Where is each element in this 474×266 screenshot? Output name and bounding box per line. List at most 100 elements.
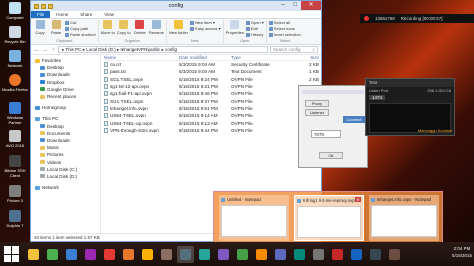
taskbar-app-button[interactable] xyxy=(253,246,270,263)
edit-button[interactable]: Edit xyxy=(245,26,264,31)
clock[interactable]: 2:04 PM 5/15/2015 xyxy=(452,245,472,259)
taskbar-app-button[interactable] xyxy=(291,246,308,263)
connect-button[interactable]: Connect xyxy=(343,116,365,123)
search-input[interactable]: Search config ⌕ xyxy=(270,46,318,53)
port-field[interactable]: 7070 xyxy=(311,130,341,138)
nav-item[interactable]: Dropbox xyxy=(31,79,100,86)
taskbar-app-button[interactable] xyxy=(234,246,251,263)
address-bar[interactable]: ▸ This PC ▸ Local Disk (D:) ▸ tehangetVP… xyxy=(58,46,268,53)
taskbar-app-button[interactable] xyxy=(139,246,156,263)
desktop-icon-picture[interactable]: Picture 3 xyxy=(2,185,28,203)
easy-access-button[interactable]: Easy access ▾ xyxy=(190,26,221,31)
column-modified[interactable]: Date modified xyxy=(179,55,231,60)
taskbar-app-button[interactable] xyxy=(82,246,99,263)
taskbar-app-button[interactable] xyxy=(367,246,384,263)
start-button[interactable] xyxy=(3,245,21,263)
nav-item[interactable]: Favorites xyxy=(31,57,100,64)
nav-item[interactable]: Network xyxy=(31,184,100,191)
desktop-icon-partner[interactable]: Windows Partner xyxy=(2,102,28,125)
nav-item[interactable]: This PC xyxy=(31,115,100,122)
new-folder-button[interactable]: New folder xyxy=(169,20,188,35)
file-row[interactable]: sg1-hall-F1-api.ovpn 5/15/2015 9:46 PM OVP… xyxy=(104,90,321,97)
preview-ovpn-active[interactable]: Kill log1 ll-2-me-reproxy.ovpn ✕ xyxy=(294,195,364,241)
taskbar-app-button[interactable] xyxy=(272,246,289,263)
nav-item[interactable]: Documents xyxy=(31,130,100,137)
nav-item[interactable]: Desktop xyxy=(31,64,100,71)
proxy-button[interactable]: Proxy xyxy=(305,100,329,107)
taskbar-app-button[interactable] xyxy=(329,246,346,263)
file-row[interactable]: SG1-TSEL.ovpn5/15/2015 9:37 PMOVPN File2… xyxy=(104,97,321,104)
taskbar-app-button[interactable] xyxy=(348,246,365,263)
new-item-button[interactable]: New item ▾ xyxy=(190,20,221,25)
file-row[interactable]: sg1-tsl-12-api.ovpn 5/15/2015 9:21 PM OVPN… xyxy=(104,83,321,90)
taskbar-app-button[interactable] xyxy=(120,246,137,263)
listen-port-value[interactable]: 1474 xyxy=(369,95,386,100)
forward-arrow-icon[interactable]: → xyxy=(42,47,48,53)
nav-item[interactable]: Downloads xyxy=(31,71,100,78)
desktop-icon-avg[interactable]: AVG 2015 xyxy=(2,130,28,148)
desktop-icon-recycle-bin[interactable]: Recycle Bin xyxy=(2,26,28,44)
taskbar-app-button[interactable] xyxy=(101,246,118,263)
nav-item[interactable]: Homegroup xyxy=(31,104,100,111)
taskbar-app-button[interactable] xyxy=(44,246,61,263)
maximize-button[interactable]: □ xyxy=(289,1,301,10)
invert-selection-button[interactable]: Invert selection xyxy=(268,32,301,37)
copy-button[interactable]: Copy xyxy=(33,20,47,35)
column-name[interactable]: Name xyxy=(104,55,179,60)
copy-to-button[interactable]: Copy to xyxy=(117,20,131,35)
taskbar-app-button[interactable] xyxy=(177,245,194,263)
tab-share[interactable]: Share xyxy=(74,11,98,18)
nav-item[interactable]: Downloads xyxy=(31,137,100,144)
minimize-button[interactable]: – xyxy=(277,1,289,10)
explorer-titlebar[interactable]: config – □ ✕ xyxy=(31,1,321,11)
taskbar-app-button[interactable] xyxy=(63,246,80,263)
desktop-icon-computer[interactable]: Computer xyxy=(2,2,28,20)
column-size[interactable]: Size xyxy=(289,55,319,60)
taskbar-app-button[interactable] xyxy=(196,246,213,263)
taskbar-app-button[interactable] xyxy=(215,246,232,263)
file-row[interactable]: US64-TSEL.ovpn 5/15/2015 9:14 AM OVPN File… xyxy=(104,112,321,119)
nav-item[interactable]: Google Drive xyxy=(31,86,100,93)
preview-tehanget-notepad[interactable]: tehanget.info.ovpn - Notepad xyxy=(369,195,439,241)
tab-file[interactable]: File xyxy=(31,11,51,18)
nav-item[interactable]: Pictures xyxy=(31,151,100,158)
desktop-icon-firefox[interactable]: Mozilla Firefox xyxy=(2,74,28,92)
column-type[interactable]: Type xyxy=(231,55,289,60)
preview-notepad-untitled[interactable]: Untitled - Notepad xyxy=(219,195,289,241)
taskbar-app-button[interactable] xyxy=(25,246,42,263)
file-row[interactable]: US64-TSEL-up.ovpn 5/15/2015 9:13 AM OVPN F… xyxy=(104,119,321,126)
file-row[interactable]: VPN-through-SSH.ovpn 5/15/2015 9:44 PM OVP… xyxy=(104,127,321,134)
paste-shortcut-button[interactable]: Paste shortcut xyxy=(65,32,96,37)
up-arrow-icon[interactable]: ↑ xyxy=(50,47,56,53)
move-to-button[interactable]: Move to xyxy=(101,20,115,35)
close-button[interactable]: ✕ xyxy=(301,1,321,10)
nav-item[interactable]: Recent places xyxy=(31,93,100,100)
tab-view[interactable]: View xyxy=(98,11,120,18)
open-button[interactable]: Open ▾ xyxy=(245,20,264,25)
back-arrow-icon[interactable]: ← xyxy=(34,47,40,53)
file-row[interactable]: ca.crt 5/3/2015 9:04 AM Security Certifica… xyxy=(104,61,321,68)
file-row[interactable]: SG1.TSEL.ovpn 5/15/2015 9:24 PM OVPN File 2… xyxy=(104,76,321,83)
tab-home[interactable]: Home xyxy=(50,11,74,18)
nav-item[interactable]: Music xyxy=(31,144,100,151)
properties-button[interactable]: Properties xyxy=(226,20,244,35)
file-row[interactable]: pass.txt 5/3/2015 9:04 AM Text Document 1 K… xyxy=(104,68,321,75)
nav-item[interactable]: Videos xyxy=(31,158,100,165)
taskbar-app-button[interactable] xyxy=(310,246,327,263)
taskbar-app-button[interactable] xyxy=(386,246,403,263)
nav-item[interactable]: Local Disk (C:) xyxy=(31,166,100,173)
copy-path-button[interactable]: Copy path xyxy=(65,26,96,31)
nav-item[interactable]: Desktop xyxy=(31,123,100,130)
ok-button[interactable]: Ok xyxy=(319,152,343,159)
taskbar-app-button[interactable] xyxy=(158,246,175,263)
select-none-button[interactable]: Select none xyxy=(268,26,301,31)
close-icon[interactable]: ✕ xyxy=(355,197,361,202)
cut-button[interactable]: Cut xyxy=(65,20,96,25)
select-all-button[interactable]: Select all xyxy=(268,20,301,25)
delete-button[interactable]: Delete xyxy=(133,20,147,35)
history-button[interactable]: History xyxy=(245,32,264,37)
nav-item[interactable]: Local Disk (D:) xyxy=(31,173,100,180)
desktop-icon-dolphin[interactable]: Dolphin 7 xyxy=(2,210,28,228)
listener-button[interactable]: Listener xyxy=(305,109,329,116)
file-row[interactable]: tehanget.info.ovpn 5/15/2015 9:51 PM OVPN … xyxy=(104,105,321,112)
